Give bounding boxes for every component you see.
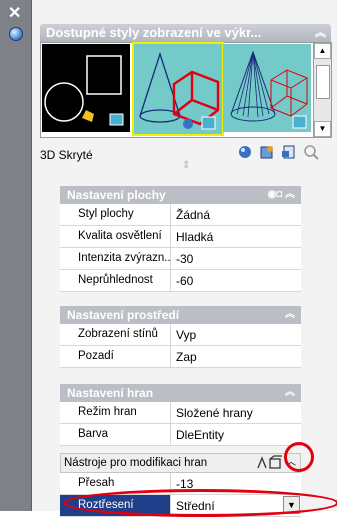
scroll-down-icon[interactable]: ▼: [314, 121, 331, 137]
resize-grip-icon[interactable]: ⇕: [182, 160, 190, 171]
property-row[interactable]: Pozadí Zap: [60, 346, 301, 368]
styles-toolbar: [237, 144, 327, 162]
styles-gallery: [40, 42, 314, 138]
section-header[interactable]: Nastavení prostředí ︽: [60, 306, 301, 324]
apply-style-icon[interactable]: [259, 144, 275, 160]
property-label: Barva: [60, 424, 171, 445]
property-row[interactable]: Zobrazení stínů Vyp: [60, 324, 301, 346]
style-thumbnail-3d-wireframe[interactable]: [223, 44, 311, 132]
edge-modifier-toggle-icon[interactable]: [256, 455, 282, 471]
property-label: Kvalita osvětlení: [60, 226, 171, 247]
style-thumbnail-2d-wireframe[interactable]: [42, 44, 130, 132]
property-row[interactable]: Neprůhlednost -60: [60, 270, 301, 292]
section-title: Nastavení hran: [67, 386, 154, 400]
scroll-up-icon[interactable]: ▲: [314, 43, 331, 59]
wireframe-2d-preview-icon: [44, 55, 124, 126]
property-value[interactable]: Složené hrany: [172, 402, 301, 423]
property-label: Styl plochy: [60, 204, 171, 225]
section-header[interactable]: Nastavení plochy ◉◘ ︽: [60, 186, 301, 204]
section-title: Nastavení prostředí: [67, 308, 180, 322]
collapse-chevron-icon[interactable]: ︽: [285, 306, 295, 324]
highlight-ellipse-annotation: [63, 489, 337, 517]
palette-properties-icon[interactable]: [9, 27, 23, 41]
property-value[interactable]: -60: [172, 270, 301, 291]
property-value[interactable]: Vyp: [172, 324, 301, 345]
section-environment-settings: Nastavení prostředí ︽ Zobrazení stínů Vyp…: [60, 306, 301, 368]
property-row[interactable]: Styl plochy Žádná: [60, 204, 301, 226]
create-style-icon[interactable]: [237, 144, 253, 160]
section-surface-settings: Nastavení plochy ◉◘ ︽ Styl plochy Žádná K…: [60, 186, 301, 292]
export-icon[interactable]: [281, 144, 297, 160]
property-label: Intenzita zvýrazn...: [60, 248, 171, 269]
property-row[interactable]: Režim hran Složené hrany: [60, 402, 301, 424]
property-value[interactable]: Hladká: [172, 226, 301, 247]
property-value[interactable]: Žádná: [172, 204, 301, 225]
edge-modifiers-label: Nástroje pro modifikaci hran: [64, 457, 208, 469]
current-style-name: 3D Skryté: [40, 148, 93, 162]
style-thumbnail-3d-hidden[interactable]: [132, 42, 224, 136]
styles-gallery-title: Dostupné styly zobrazení ve výkr...: [46, 25, 262, 40]
hidden-3d-preview-icon: [139, 51, 220, 130]
wireframe-3d-preview-icon: [230, 50, 308, 129]
scrollbar-thumb[interactable]: [316, 65, 330, 99]
property-label: Režim hran: [60, 402, 171, 423]
collapse-chevron-icon[interactable]: ︽: [285, 384, 295, 402]
edge-modifiers-bar[interactable]: Nástroje pro modifikaci hran ︿: [60, 453, 301, 473]
property-label: Neprůhlednost: [60, 270, 171, 291]
palette-side-bar[interactable]: ✕: [0, 0, 32, 511]
property-value[interactable]: Zap: [172, 346, 301, 367]
gallery-scrollbar[interactable]: ▲ ▼: [313, 42, 332, 138]
highlight-circle-annotation: [284, 442, 314, 472]
property-label: Pozadí: [60, 346, 171, 367]
collapse-chevron-icon[interactable]: ︽: [315, 24, 326, 42]
section-header[interactable]: Nastavení hran ︽: [60, 384, 301, 402]
property-row[interactable]: Barva DleEntity: [60, 424, 301, 446]
property-value[interactable]: DleEntity: [172, 424, 301, 445]
property-label: Zobrazení stínů: [60, 324, 171, 345]
section-edge-settings: Nastavení hran ︽ Režim hran Složené hrany…: [60, 384, 301, 446]
purge-icon[interactable]: [303, 144, 319, 160]
section-title: Nastavení plochy: [67, 188, 166, 202]
styles-gallery-header[interactable]: Dostupné styly zobrazení ve výkr... ︽: [40, 24, 331, 42]
property-row[interactable]: Intenzita zvýrazn... -30: [60, 248, 301, 270]
collapse-chevron-icon[interactable]: ◉◘ ︽: [267, 186, 295, 204]
close-icon[interactable]: ✕: [8, 6, 21, 22]
property-row[interactable]: Kvalita osvětlení Hladká: [60, 226, 301, 248]
property-value[interactable]: -30: [172, 248, 301, 269]
